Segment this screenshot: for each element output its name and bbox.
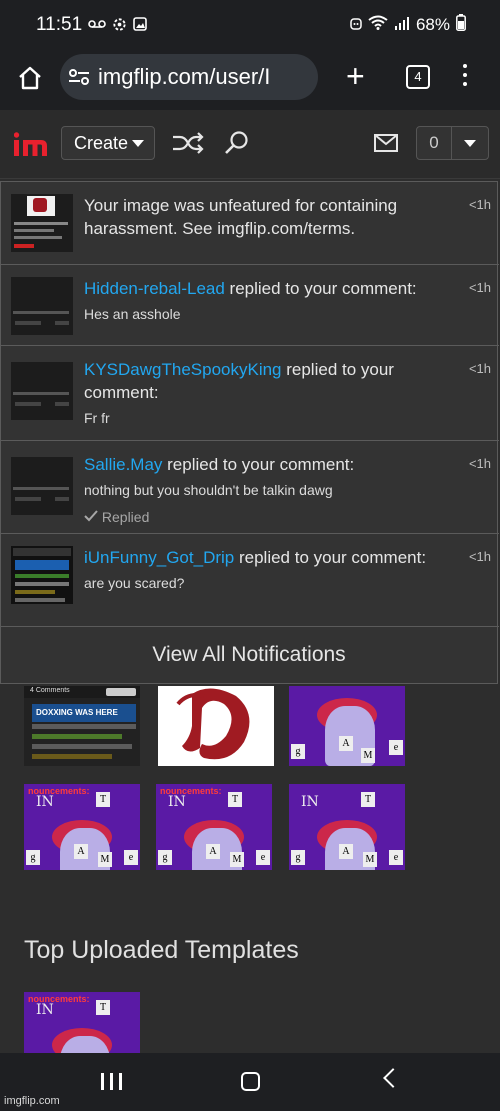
wifi-icon: [368, 15, 388, 35]
address-bar[interactable]: imgflip.com/user/I: [60, 54, 318, 100]
search-icon[interactable]: [224, 130, 250, 161]
notification-text: KYSDawgTheSpookyKing replied to your com…: [84, 358, 454, 429]
notification-snippet: Fr fr: [84, 410, 110, 426]
battery-level: 68%: [415, 15, 450, 34]
notification-thumbnail: [11, 194, 73, 252]
site-header: Create 0: [0, 110, 500, 179]
home-button-icon[interactable]: [241, 1072, 260, 1091]
notification-user-link[interactable]: iUnFunny_Got_Drip: [84, 548, 234, 567]
home-icon[interactable]: [16, 64, 46, 94]
notification-thumbnail: [11, 546, 73, 604]
image-thumbnail-doxx[interactable]: 4 Comments DOXXING WAS HERE: [24, 686, 140, 766]
back-icon[interactable]: [383, 1068, 403, 1088]
create-label: Create: [74, 133, 129, 153]
view-all-notifications-link[interactable]: View All Notifications: [1, 627, 497, 683]
notification-item[interactable]: iUnFunny_Got_Drip replied to your commen…: [1, 534, 499, 627]
notifications-panel: Your image was unfeatured for containing…: [0, 181, 499, 684]
notification-item[interactable]: Hidden-rebal-Lead replied to your commen…: [1, 265, 499, 346]
url-text: imgflip.com/user/I: [98, 64, 271, 89]
notification-time: <1h: [468, 549, 491, 564]
browser-toolbar: imgflip.com/user/I + 4: [0, 50, 500, 110]
new-tab-icon[interactable]: +: [346, 60, 365, 92]
notification-item[interactable]: Sallie.May replied to your comment: noth…: [1, 441, 499, 534]
notification-thumbnail: [11, 362, 73, 420]
meme-thumbnail[interactable]: nouncements: IN T g A M e: [24, 784, 140, 870]
chevron-down-icon: [464, 140, 476, 147]
notification-time: <1h: [468, 280, 491, 295]
recent-apps-icon[interactable]: [101, 1073, 122, 1090]
notification-user-link[interactable]: Sallie.May: [84, 455, 162, 474]
mail-icon[interactable]: [374, 134, 398, 157]
meme-thumbnail[interactable]: g A M e: [289, 686, 405, 766]
battery-icon: [456, 14, 466, 36]
imgflip-logo[interactable]: [13, 131, 48, 157]
meme-thumbnail[interactable]: IN T g A M e: [289, 784, 405, 870]
imgflip-watermark: imgflip.com: [4, 1095, 60, 1107]
notification-message: Your image was unfeatured for containing…: [84, 196, 398, 238]
status-left-icons: [88, 17, 147, 35]
status-bar: 11:51 68%: [0, 0, 500, 50]
gothic-letter-image: [176, 688, 250, 760]
tab-count-button[interactable]: 4: [406, 65, 430, 89]
settings-gear-icon: [112, 17, 127, 35]
system-navigation-bar: [0, 1053, 500, 1111]
doxx-caption: DOXXING WAS HERE: [36, 708, 118, 717]
image-thumbnail-d-logo[interactable]: [158, 686, 274, 766]
checkmark-icon: [84, 509, 102, 525]
browser-menu-icon[interactable]: [463, 64, 467, 91]
notification-text: iUnFunny_Got_Drip replied to your commen…: [84, 546, 454, 594]
status-right-icons: 68%: [350, 14, 466, 36]
alarm-icon: [350, 15, 362, 35]
notification-thumbnail: [11, 277, 73, 335]
notification-user-link[interactable]: KYSDawgTheSpookyKing: [84, 360, 282, 379]
notification-count: 0: [417, 127, 452, 159]
voicemail-icon: [88, 17, 106, 35]
notification-text: Your image was unfeatured for containing…: [84, 194, 454, 240]
notification-time: <1h: [468, 197, 491, 212]
replied-status: Replied: [84, 506, 454, 529]
chevron-down-icon: [132, 140, 144, 147]
notification-time: <1h: [468, 361, 491, 376]
notification-user-link[interactable]: Hidden-rebal-Lead: [84, 279, 225, 298]
notification-snippet: are you scared?: [84, 575, 185, 591]
notification-text: Hidden-rebal-Lead replied to your commen…: [84, 277, 454, 325]
create-dropdown[interactable]: Create: [61, 126, 155, 160]
notification-time: <1h: [468, 456, 491, 471]
replied-label: Replied: [101, 509, 150, 525]
shuffle-icon[interactable]: [171, 132, 205, 159]
notification-snippet: Hes an asshole: [84, 306, 181, 322]
notification-item[interactable]: KYSDawgTheSpookyKing replied to your com…: [1, 346, 499, 441]
status-time: 11:51: [36, 14, 83, 35]
notification-thumbnail: [11, 457, 73, 515]
notification-text: Sallie.May replied to your comment: noth…: [84, 453, 454, 529]
signal-icon: [394, 15, 410, 35]
template-thumbnail[interactable]: nouncements: IN T: [24, 992, 140, 1053]
section-title: Top Uploaded Templates: [24, 936, 299, 964]
gallery-icon: [133, 17, 147, 35]
notification-item[interactable]: Your image was unfeatured for containing…: [1, 182, 499, 265]
comments-count: 4 Comments: [30, 687, 70, 694]
meme-thumbnail[interactable]: nouncements: IN T g A M e: [156, 784, 272, 870]
notification-count-button[interactable]: 0: [416, 126, 489, 160]
site-settings-icon[interactable]: [68, 68, 90, 91]
notification-snippet: nothing but you shouldn't be talkin dawg: [84, 482, 333, 498]
